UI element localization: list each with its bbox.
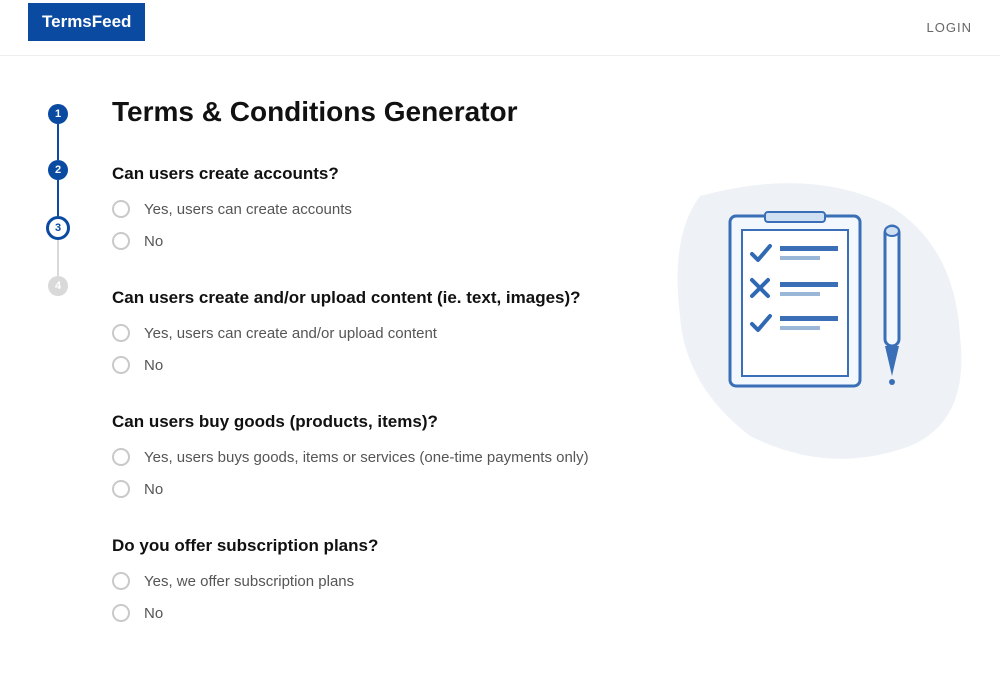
radio-icon (112, 324, 130, 342)
radio-icon (112, 480, 130, 498)
question-title: Do you offer subscription plans? (112, 536, 648, 556)
option-label: Yes, users can create and/or upload cont… (144, 325, 437, 342)
question-title: Can users create accounts? (112, 164, 648, 184)
question-goods: Can users buy goods (products, items)? Y… (112, 412, 648, 498)
logo[interactable]: TermsFeed (28, 3, 145, 41)
step-connector (57, 124, 59, 160)
radio-icon (112, 200, 130, 218)
option-no[interactable]: No (112, 356, 648, 374)
option-label: No (144, 357, 163, 374)
question-content: Can users create and/or upload content (… (112, 288, 648, 374)
option-no[interactable]: No (112, 480, 648, 498)
main-form: Terms & Conditions Generator Can users c… (88, 96, 648, 660)
option-no[interactable]: No (112, 232, 648, 250)
option-label: Yes, users can create accounts (144, 201, 352, 218)
page-title: Terms & Conditions Generator (112, 96, 648, 128)
radio-icon (112, 448, 130, 466)
step-connector (57, 240, 59, 276)
option-no[interactable]: No (112, 604, 648, 622)
header: TermsFeed LOGIN (0, 0, 1000, 56)
radio-icon (112, 356, 130, 374)
question-accounts: Can users create accounts? Yes, users ca… (112, 164, 648, 250)
step-rail: 1 2 3 4 (28, 96, 88, 660)
question-title: Can users create and/or upload content (… (112, 288, 648, 308)
step-2[interactable]: 2 (48, 160, 68, 180)
option-yes[interactable]: Yes, users can create and/or upload cont… (112, 324, 648, 342)
option-yes[interactable]: Yes, we offer subscription plans (112, 572, 648, 590)
clipboard-illustration (660, 176, 970, 476)
option-label: Yes, users buys goods, items or services… (144, 449, 589, 466)
login-link[interactable]: LOGIN (927, 20, 972, 35)
step-4[interactable]: 4 (48, 276, 68, 296)
logo-part2: Feed (92, 12, 132, 32)
step-1[interactable]: 1 (48, 104, 68, 124)
option-label: Yes, we offer subscription plans (144, 573, 354, 590)
step-3-current[interactable]: 3 (46, 216, 70, 240)
content: 1 2 3 4 Terms & Conditions Generator Can… (0, 56, 1000, 660)
radio-icon (112, 232, 130, 250)
step-connector (57, 180, 59, 216)
logo-part1: Terms (42, 12, 92, 32)
radio-icon (112, 572, 130, 590)
question-subscriptions: Do you offer subscription plans? Yes, we… (112, 536, 648, 622)
option-yes[interactable]: Yes, users can create accounts (112, 200, 648, 218)
option-label: No (144, 233, 163, 250)
radio-icon (112, 604, 130, 622)
option-label: No (144, 481, 163, 498)
question-title: Can users buy goods (products, items)? (112, 412, 648, 432)
option-label: No (144, 605, 163, 622)
option-yes[interactable]: Yes, users buys goods, items or services… (112, 448, 648, 466)
